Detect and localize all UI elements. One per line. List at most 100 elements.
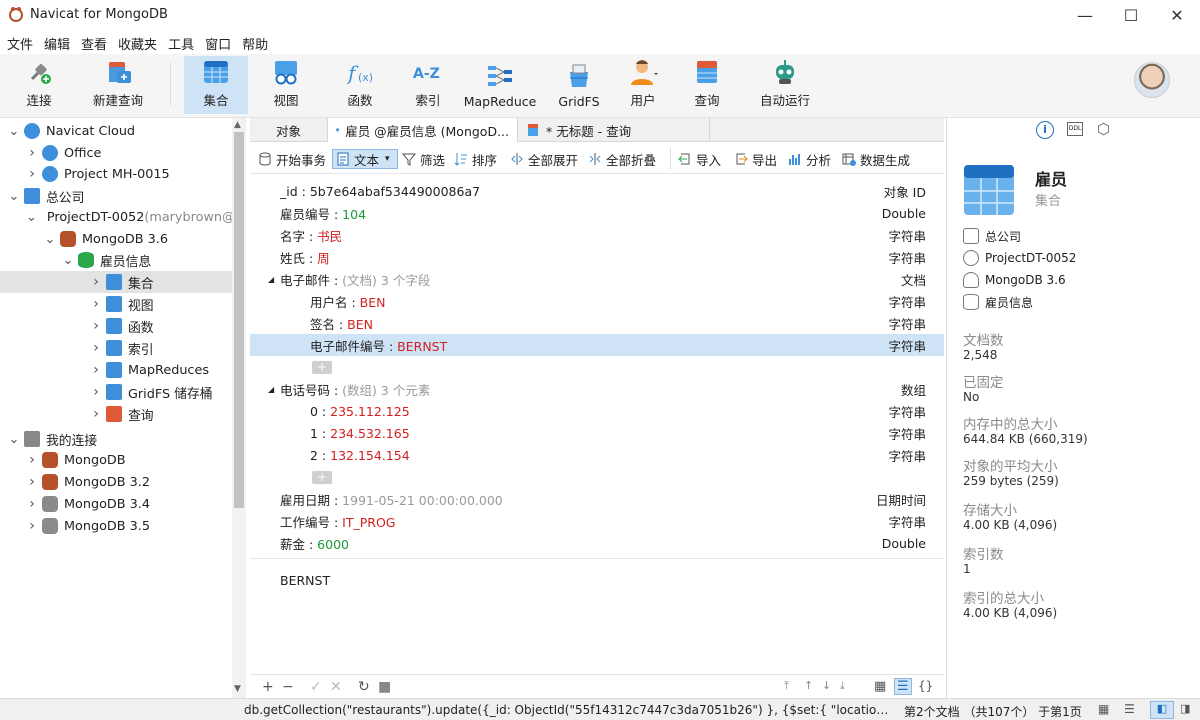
tree-item[interactable]: › MongoDB 3.4	[0, 493, 232, 515]
toolbar-connect-button[interactable]: 连接	[10, 56, 68, 114]
toolbar-view-button[interactable]: 视图	[256, 56, 316, 114]
json-view-icon[interactable]: {}	[918, 679, 933, 693]
field-value[interactable]: 234.532.165	[330, 426, 410, 441]
show-info-panel-icon[interactable]: ◨	[1180, 702, 1190, 715]
tree-item[interactable]: › MapReduces	[0, 359, 232, 381]
chevron-down-icon[interactable]: ⌄	[44, 232, 56, 247]
collapse-all-button[interactable]: 全部折叠	[588, 149, 656, 169]
stop-icon[interactable]: ■	[378, 679, 391, 695]
show-sidebar-icon[interactable]: ◧	[1150, 701, 1174, 719]
tree-item[interactable]: › MongoDB 3.5	[0, 515, 232, 537]
expand-all-button[interactable]: 全部展开	[510, 149, 578, 169]
menu-view[interactable]: 查看	[74, 30, 111, 53]
apply-icon[interactable]: ✓	[310, 679, 322, 695]
tree-item[interactable]: › Office	[0, 142, 232, 164]
menu-tools[interactable]: 工具	[161, 30, 198, 53]
minimize-button[interactable]: —	[1062, 0, 1108, 30]
document-field-row[interactable]: 工作编号 : IT_PROG 字符串	[250, 510, 944, 532]
add-field-button[interactable]: +	[312, 471, 332, 484]
document-field-row[interactable]: ◢ 电话号码 : (数组) 3 个元素 数组	[250, 378, 944, 400]
info-icon[interactable]: i	[1036, 121, 1054, 139]
list-icon[interactable]: ☰	[1124, 702, 1135, 716]
chevron-down-icon[interactable]: ⌄	[8, 432, 20, 447]
text-view-button[interactable]: 文本 ▾	[332, 149, 398, 169]
tab-objects[interactable]: 对象	[250, 118, 328, 142]
user-avatar[interactable]	[1134, 62, 1170, 98]
ddl-icon[interactable]: DDL	[1067, 122, 1083, 136]
tree-item[interactable]: ⌄ 雇员信息	[0, 249, 232, 271]
scroll-up-icon[interactable]: ▲	[234, 120, 241, 130]
tab-collection-employee[interactable]: 雇员 @雇员信息 (MongoD...	[328, 118, 518, 142]
document-field-row[interactable]: 2 : 132.154.154 字符串	[250, 444, 944, 466]
field-value[interactable]: IT_PROG	[342, 515, 395, 530]
field-value[interactable]: (数组) 3 个元素	[342, 383, 430, 398]
chevron-right-icon[interactable]: ›	[90, 318, 102, 334]
field-value[interactable]: 6000	[317, 537, 349, 552]
move-top-icon[interactable]: ⤒	[784, 679, 789, 693]
field-value[interactable]: 5b7e64abaf5344900086a7	[310, 184, 480, 199]
chevron-right-icon[interactable]: ›	[26, 496, 38, 512]
move-down-icon[interactable]: ↓	[822, 679, 831, 692]
discard-icon[interactable]: ✕	[330, 679, 342, 695]
chevron-down-icon[interactable]: ⌄	[62, 253, 74, 268]
tree-item[interactable]: ⌄ MongoDB 3.6	[0, 228, 232, 250]
remove-icon[interactable]: −	[282, 679, 294, 695]
toolbar-function-button[interactable]: f (x) 函数	[330, 56, 390, 114]
value-preview-text[interactable]: BERNST	[280, 573, 330, 588]
menu-help[interactable]: 帮助	[235, 30, 272, 53]
tree-item[interactable]: ⌄ 总公司	[0, 185, 232, 207]
tree-item[interactable]: › 查询	[0, 403, 232, 425]
chevron-right-icon[interactable]: ›	[90, 406, 102, 422]
chevron-right-icon[interactable]: ›	[90, 340, 102, 356]
collapse-arrow-icon[interactable]: ◢	[268, 385, 274, 394]
document-field-row[interactable]: 签名 : BEN 字符串	[250, 312, 944, 334]
analyze-button[interactable]: 分析	[788, 149, 831, 169]
tree-item[interactable]: ⌄ ProjectDT-0052 (marybrown@	[0, 206, 232, 228]
toolbar-collection-button[interactable]: 集合	[184, 56, 248, 114]
toolbar-new-query-button[interactable]: 新建查询	[86, 56, 150, 114]
tree-item[interactable]: › 索引	[0, 337, 232, 359]
document-field-row[interactable]: 雇员编号 : 104 Double	[250, 202, 944, 224]
document-field-row[interactable]: 名字 : 书民 字符串	[250, 224, 944, 246]
maximize-button[interactable]: ☐	[1108, 0, 1154, 30]
menu-window[interactable]: 窗口	[198, 30, 235, 53]
tree-item[interactable]: › 函数	[0, 315, 232, 337]
document-field-row[interactable]: 用户名 : BEN 字符串	[250, 290, 944, 312]
chevron-right-icon[interactable]: ›	[26, 474, 38, 490]
document-field-row[interactable]: _id : 5b7e64abaf5344900086a7 对象 ID	[250, 180, 944, 202]
document-field-row[interactable]: ◢ 电子邮件 : (文档) 3 个字段 文档	[250, 268, 944, 290]
document-field-row[interactable]: 薪金 : 6000 Double	[250, 532, 944, 554]
field-value[interactable]: 132.154.154	[330, 448, 410, 463]
chevron-right-icon[interactable]: ›	[90, 384, 102, 400]
toolbar-gridfs-button[interactable]: GridFS	[548, 56, 610, 114]
chevron-right-icon[interactable]: ›	[26, 518, 38, 534]
scroll-down-icon[interactable]: ▼	[234, 684, 241, 694]
field-value[interactable]: 104	[342, 207, 366, 222]
field-value[interactable]: BERNST	[397, 339, 447, 354]
chevron-right-icon[interactable]: ›	[26, 166, 38, 182]
tree-item[interactable]: › GridFS 储存桶	[0, 381, 232, 403]
chevron-down-icon[interactable]: ⌄	[8, 189, 20, 204]
grid-icon[interactable]: ▦	[1098, 702, 1109, 716]
add-field-button[interactable]: +	[312, 361, 332, 374]
chevron-right-icon[interactable]: ›	[26, 145, 38, 161]
chevron-right-icon[interactable]: ›	[26, 452, 38, 468]
chevron-down-icon[interactable]: ⌄	[8, 124, 20, 139]
chevron-right-icon[interactable]: ›	[90, 296, 102, 312]
tree-item[interactable]: ⌄ 我的连接	[0, 428, 232, 450]
collapse-arrow-icon[interactable]: ◢	[268, 275, 274, 284]
document-field-row[interactable]: 姓氏 : 周 字符串	[250, 246, 944, 268]
chevron-down-icon[interactable]: ▾	[385, 154, 390, 164]
field-value[interactable]: 235.112.125	[330, 404, 410, 419]
chevron-down-icon[interactable]: ⌄	[26, 210, 37, 225]
add-icon[interactable]: +	[262, 679, 274, 695]
move-bottom-icon[interactable]: ⤓	[840, 679, 845, 693]
begin-transaction-button[interactable]: 开始事务	[258, 149, 326, 169]
field-value[interactable]: BEN	[360, 295, 386, 310]
sort-button[interactable]: 排序	[454, 149, 497, 169]
toolbar-mapreduce-button[interactable]: MapReduce	[464, 56, 536, 114]
field-value[interactable]: 书民	[317, 229, 342, 244]
menu-favorites[interactable]: 收藏夹	[111, 30, 161, 53]
tab-untitled-query[interactable]: * 无标题 - 查询	[518, 118, 710, 142]
document-field-row[interactable]: 雇用日期 : 1991-05-21 00:00:00.000 日期时间	[250, 488, 944, 510]
